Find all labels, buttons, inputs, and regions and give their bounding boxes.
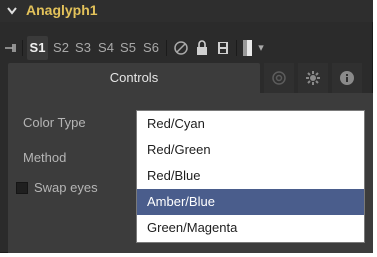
tab-bar: Controls	[0, 63, 373, 93]
toolbar-divider	[166, 40, 167, 56]
method-label: Method	[23, 150, 67, 165]
pin-icon[interactable]	[4, 36, 18, 60]
toolbar-divider	[22, 40, 23, 56]
dropdown-chevron-icon[interactable]: ▾	[256, 36, 266, 60]
version-slot-s3[interactable]: S3	[73, 36, 93, 60]
tab-settings[interactable]	[298, 63, 328, 93]
color-type-dropdown-list[interactable]: Red/Cyan Red/Green Red/Blue Amber/Blue G…	[136, 110, 365, 243]
version-slot-s5[interactable]: S5	[118, 36, 138, 60]
tool-panel: Anaglyph1 S1 S2 S3 S4 S5 S6 ▾ Controls C…	[0, 0, 373, 253]
version-slot-s6[interactable]: S6	[141, 36, 161, 60]
tab-info[interactable]	[332, 63, 362, 93]
tab-controls[interactable]: Controls	[8, 63, 260, 93]
collapse-caret-icon[interactable]	[6, 3, 18, 17]
disable-icon[interactable]	[172, 36, 190, 60]
dropdown-option-red-cyan[interactable]: Red/Cyan	[137, 111, 364, 137]
version-slot-s4[interactable]: S4	[96, 36, 116, 60]
toolbar-divider	[236, 40, 237, 56]
tab-modifiers[interactable]	[264, 63, 294, 93]
save-icon[interactable]	[215, 36, 231, 60]
tool-name: Anaglyph1	[26, 2, 98, 18]
color-swatch-icon[interactable]	[242, 36, 254, 60]
swap-eyes-checkbox[interactable]	[16, 182, 28, 194]
tool-header[interactable]: Anaglyph1	[0, 0, 373, 22]
swap-eyes-label[interactable]: Swap eyes	[34, 180, 98, 195]
version-slot-s2[interactable]: S2	[51, 36, 71, 60]
tool-toolbar: S1 S2 S3 S4 S5 S6 ▾	[0, 36, 373, 60]
version-slot-s1[interactable]: S1	[27, 36, 48, 60]
dropdown-option-green-magenta[interactable]: Green/Magenta	[137, 215, 364, 241]
dropdown-option-red-blue[interactable]: Red/Blue	[137, 163, 364, 189]
dropdown-option-amber-blue[interactable]: Amber/Blue	[137, 189, 364, 215]
color-type-label: Color Type	[23, 115, 86, 130]
lock-icon[interactable]	[194, 36, 210, 60]
dropdown-option-red-green[interactable]: Red/Green	[137, 137, 364, 163]
